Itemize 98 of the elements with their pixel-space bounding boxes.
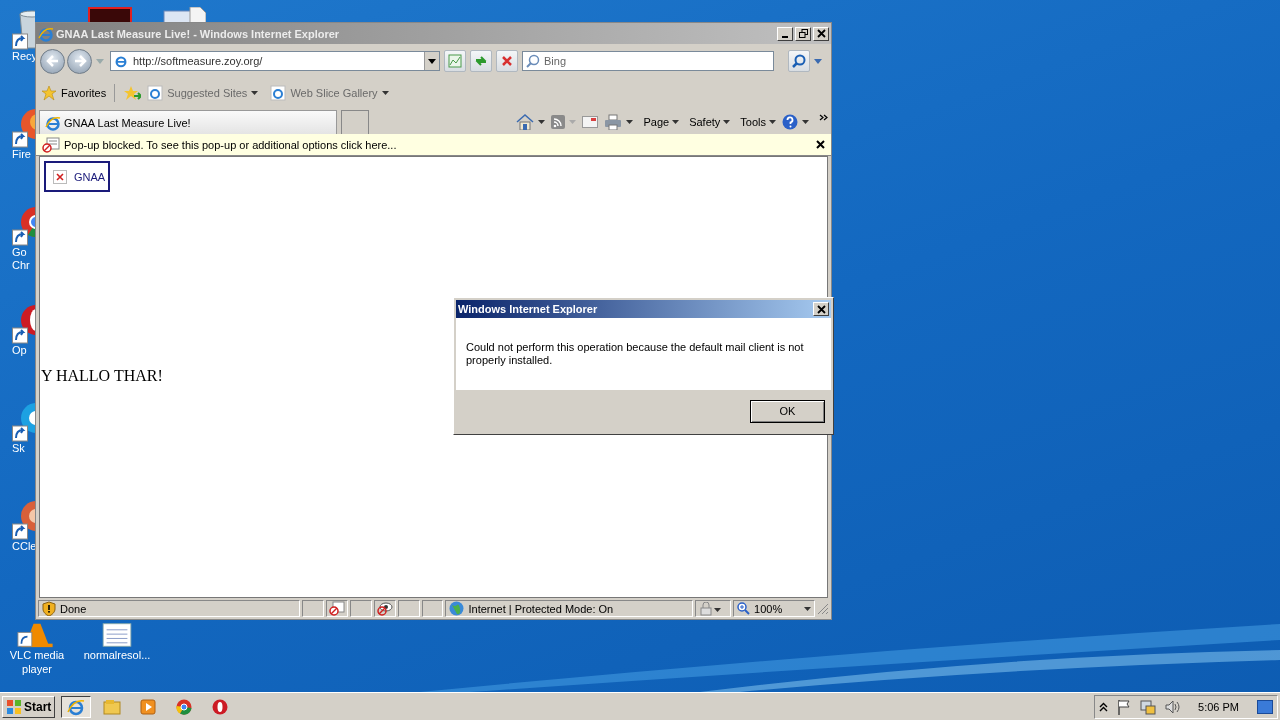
blocked-popup-icon[interactable] xyxy=(328,601,345,616)
network-icon[interactable] xyxy=(1140,698,1157,715)
browser-tab[interactable]: GNAA Last Measure Live! xyxy=(39,110,337,134)
ie-logo-icon xyxy=(67,697,86,716)
shortcut-label: Go Chr xyxy=(12,246,31,272)
search-icon xyxy=(526,54,540,68)
show-desktop-icon[interactable] xyxy=(1257,699,1273,714)
home-icon[interactable] xyxy=(516,114,535,130)
dropdown-caret-icon[interactable] xyxy=(538,120,546,124)
clock[interactable]: 5:06 PM xyxy=(1198,700,1239,713)
star-icon xyxy=(41,85,57,101)
opera-icon xyxy=(212,698,229,715)
close-button[interactable] xyxy=(813,302,829,316)
close-icon[interactable] xyxy=(816,140,825,149)
forward-arrow-icon xyxy=(72,55,87,67)
refresh-button[interactable] xyxy=(470,50,492,72)
shortcut-label: Sk xyxy=(12,442,26,455)
window-title: GNAA Last Measure Live! - Windows Internet Explorer xyxy=(56,27,341,40)
refresh-icon xyxy=(474,54,488,68)
globe-icon xyxy=(449,601,465,616)
minimize-icon xyxy=(782,35,788,38)
ok-button[interactable]: OK xyxy=(750,399,825,423)
lock-icon[interactable] xyxy=(699,601,722,616)
forward-button[interactable] xyxy=(67,48,92,74)
dropdown-caret-icon[interactable] xyxy=(428,58,436,64)
favorites-button[interactable]: Favorites xyxy=(41,85,107,101)
ie-logo-icon xyxy=(45,114,61,131)
folder-icon xyxy=(103,698,122,715)
shortcut-label: VLC media player xyxy=(8,648,66,676)
page-icon xyxy=(270,85,287,101)
dropdown-caret-icon xyxy=(769,120,776,124)
favorites-link[interactable]: Suggested Sites xyxy=(147,85,259,101)
privacy-eye-icon[interactable] xyxy=(376,601,393,616)
command-menu[interactable]: Tools xyxy=(740,116,776,128)
windows-logo-icon xyxy=(6,698,22,715)
stop-icon xyxy=(501,55,513,67)
info-bar-text: Pop-up blocked. To see this pop-up or additional options click here... xyxy=(64,138,398,151)
flag-icon[interactable] xyxy=(1116,698,1133,715)
info-bar[interactable]: Pop-up blocked. To see this pop-up or additional options click here... xyxy=(36,134,831,156)
status-bar-pane xyxy=(349,600,372,617)
shield-icon xyxy=(42,601,56,616)
play-icon xyxy=(140,698,157,715)
dropdown-caret-icon[interactable] xyxy=(626,120,634,124)
dropdown-caret-icon xyxy=(804,606,811,611)
close-icon xyxy=(816,304,826,314)
favorites-link[interactable]: Web Slice Gallery xyxy=(270,85,389,101)
close-icon xyxy=(816,29,826,38)
help-icon[interactable] xyxy=(782,114,798,130)
status-bar-pane xyxy=(421,600,444,617)
page-icon xyxy=(114,54,128,68)
image-alt-text: GNAA xyxy=(74,170,106,183)
chevron-icon[interactable] xyxy=(819,114,828,121)
search-field[interactable]: Bing xyxy=(522,51,774,71)
close-button[interactable] xyxy=(813,26,829,41)
search-button[interactable] xyxy=(788,50,810,72)
command-menu[interactable]: Safety xyxy=(689,116,731,128)
status-text: Done xyxy=(60,602,87,615)
zoom-icon xyxy=(737,602,751,615)
dropdown-caret-icon xyxy=(381,91,389,95)
broken-image-icon xyxy=(53,169,67,184)
start-button[interactable]: Start xyxy=(2,695,56,718)
status-bar-pane xyxy=(301,600,324,617)
shortcut-label: normalresol... xyxy=(82,648,152,662)
chrome-icon xyxy=(176,698,193,715)
restore-icon xyxy=(798,29,808,38)
dropdown-caret-icon xyxy=(251,91,259,95)
document-icon[interactable] xyxy=(162,7,206,22)
zoom-button[interactable]: 100% xyxy=(733,600,815,617)
printer-icon[interactable] xyxy=(604,114,623,130)
search-icon xyxy=(792,54,806,68)
status-bar-pane xyxy=(397,600,420,617)
dialog-message: Could not perform this operation because the default mail client is not properly installed. xyxy=(466,341,805,367)
minimize-button[interactable] xyxy=(777,26,793,41)
dropdown-caret-icon[interactable] xyxy=(802,120,809,124)
mail-icon[interactable] xyxy=(582,116,599,128)
shortcut-label: Fire xyxy=(12,148,32,161)
dialog-title: Windows Internet Explorer xyxy=(458,303,599,315)
back-arrow-icon xyxy=(45,55,60,67)
dropdown-caret-icon xyxy=(672,120,680,124)
stop-button[interactable] xyxy=(496,50,518,72)
page-icon xyxy=(147,85,164,101)
ie-taskbar-button[interactable] xyxy=(61,695,92,718)
back-button[interactable] xyxy=(40,48,65,74)
shortcut-label: Op xyxy=(12,344,28,357)
dropdown-caret-icon xyxy=(723,120,731,124)
resize-grip-icon[interactable] xyxy=(817,602,829,615)
address-field[interactable]: http://softmeasure.zoy.org/ xyxy=(110,51,440,71)
speaker-icon[interactable] xyxy=(1164,698,1181,715)
shortcut-label: CCle xyxy=(12,540,35,553)
feed-icon[interactable] xyxy=(551,115,566,129)
broken-image[interactable]: GNAA xyxy=(44,161,110,192)
blocked-popup-icon xyxy=(42,136,60,153)
command-menu[interactable]: Page xyxy=(643,116,680,128)
zone-text: Internet | Protected Mode: On xyxy=(468,602,614,615)
show-hidden-icons-icon[interactable] xyxy=(1099,701,1109,712)
ie-logo-icon xyxy=(38,25,54,42)
restore-button[interactable] xyxy=(795,26,811,41)
page-text: Y HALLO THAR! xyxy=(41,367,163,385)
